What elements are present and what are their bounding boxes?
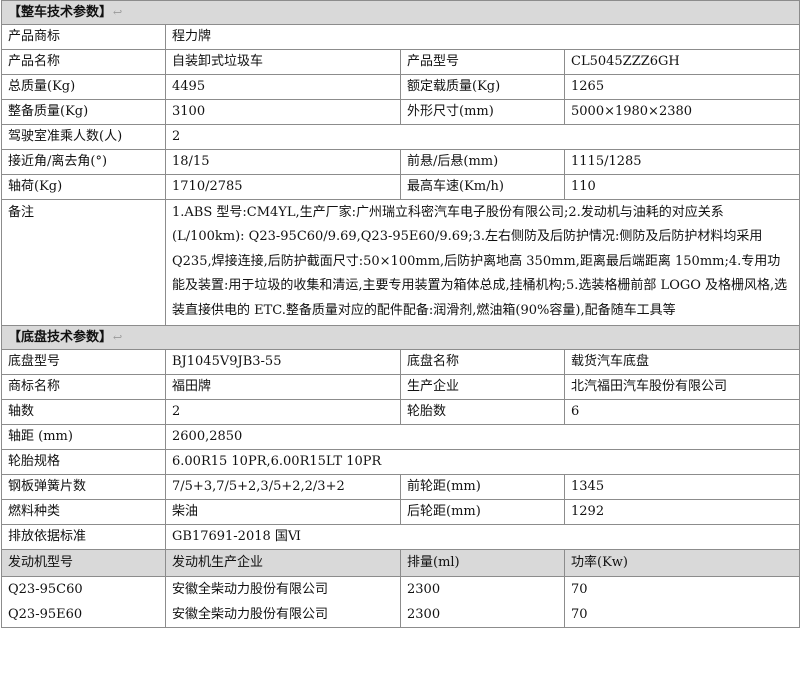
dimensions-value: 5000×1980×2380 (563, 99, 800, 125)
engine-maker: 安徽全柴动力股份有限公司 (165, 576, 401, 603)
angles-value: 18/15 (165, 149, 401, 175)
brand-value: 程力牌 (164, 24, 800, 50)
tire-spec-value: 6.00R15 10PR,6.00R15LT 10PR (164, 449, 800, 476)
row-angles: 接近角/离去角(°) 18/15 前悬/后悬(mm) 1115/1285 (1, 149, 800, 175)
vehicle-section-header: 【整车技术参数】↩ (0, 0, 800, 25)
remarks-label: 备注 (1, 198, 166, 327)
row-axle-load: 轴荷(Kg) 1710/2785 最高车速(Km/h) 110 (1, 174, 800, 200)
overhang-label: 前悬/后悬(mm) (400, 149, 565, 175)
product-name-label: 产品名称 (1, 49, 166, 75)
cab-seats-label: 驾驶室准乘人数(人) (1, 124, 166, 150)
engine-table-header: 发动机型号 发动机生产企业 排量(ml) 功率(Kw) (1, 549, 800, 578)
chassis-brand-value: 福田牌 (165, 374, 401, 401)
engine-power: 70 (563, 602, 800, 629)
dimensions-label: 外形尺寸(mm) (400, 99, 565, 125)
row-chassis-model: 底盘型号 BJ1045V9JB3-55 底盘名称 载货汽车底盘 (1, 349, 800, 376)
rear-track-value: 1292 (563, 499, 800, 526)
chassis-brand-label: 商标名称 (1, 374, 166, 401)
fuel-label: 燃料种类 (1, 499, 166, 526)
brand-label: 产品商标 (1, 24, 166, 50)
engine-header-power: 功率(Kw) (563, 549, 800, 578)
spec-sheet: 【整车技术参数】↩ 产品商标 程力牌 产品名称 自装卸式垃圾车 产品型号 CL5… (0, 0, 800, 629)
cab-seats-value: 2 (164, 124, 800, 150)
engine-model: Q23-95C60 (1, 576, 166, 603)
angles-label: 接近角/离去角(°) (1, 149, 166, 175)
tires-count-value: 6 (563, 399, 800, 426)
front-track-label: 前轮距(mm) (400, 474, 565, 501)
tires-count-label: 轮胎数 (400, 399, 565, 426)
chassis-maker-label: 生产企业 (400, 374, 565, 401)
emission-value: GB17691-2018 国Ⅵ (164, 524, 800, 551)
fuel-value: 柴油 (165, 499, 401, 526)
engine-model: Q23-95E60 (1, 602, 166, 629)
wheelbase-value: 2600,2850 (164, 424, 800, 451)
front-track-value: 1345 (563, 474, 800, 501)
rear-track-label: 后轮距(mm) (400, 499, 565, 526)
springs-label: 钢板弹簧片数 (1, 474, 166, 501)
total-mass-label: 总质量(Kg) (1, 74, 166, 100)
engine-header-displacement: 排量(ml) (400, 549, 565, 578)
vehicle-section-title: 【整车技术参数】 (8, 4, 113, 20)
chassis-maker-value: 北汽福田汽车股份有限公司 (563, 374, 800, 401)
axle-load-label: 轴荷(Kg) (1, 174, 166, 200)
row-emission: 排放依据标准 GB17691-2018 国Ⅵ (1, 524, 800, 551)
table-row: Q23-95E60 安徽全柴动力股份有限公司 2300 70 (1, 602, 800, 629)
product-model-value: CL5045ZZZ6GH (563, 49, 800, 75)
row-wheelbase: 轴距 (mm) 2600,2850 (1, 424, 800, 451)
row-remarks: 备注 1.ABS 型号:CM4YL,生产厂家:广州瑞立科密汽车电子股份有限公司;… (1, 198, 800, 327)
row-mass: 总质量(Kg) 4495 额定载质量(Kg) 1265 (1, 74, 800, 100)
engine-header-maker: 发动机生产企业 (165, 549, 401, 578)
wheelbase-label: 轴距 (mm) (1, 424, 166, 451)
chassis-section-header: 【底盘技术参数】↩ (0, 325, 800, 351)
row-curb-mass: 整备质量(Kg) 3100 外形尺寸(mm) 5000×1980×2380 (1, 99, 800, 125)
chassis-name-value: 载货汽车底盘 (563, 349, 800, 376)
rated-load-label: 额定载质量(Kg) (400, 74, 565, 100)
engine-header-model: 发动机型号 (1, 549, 166, 578)
total-mass-value: 4495 (165, 74, 401, 100)
max-speed-label: 最高车速(Km/h) (400, 174, 565, 200)
row-springs: 钢板弹簧片数 7/5+3,7/5+2,3/5+2,2/3+2 前轮距(mm) 1… (1, 474, 800, 501)
row-tire-spec: 轮胎规格 6.00R15 10PR,6.00R15LT 10PR (1, 449, 800, 476)
chassis-name-label: 底盘名称 (400, 349, 565, 376)
engine-power: 70 (563, 576, 800, 603)
engine-maker: 安徽全柴动力股份有限公司 (165, 602, 401, 629)
remarks-value: 1.ABS 型号:CM4YL,生产厂家:广州瑞立科密汽车电子股份有限公司;2.发… (164, 198, 800, 327)
row-fuel: 燃料种类 柴油 后轮距(mm) 1292 (1, 499, 800, 526)
row-chassis-brand: 商标名称 福田牌 生产企业 北汽福田汽车股份有限公司 (1, 374, 800, 401)
emission-label: 排放依据标准 (1, 524, 166, 551)
rated-load-value: 1265 (563, 74, 800, 100)
max-speed-value: 110 (563, 174, 800, 200)
chassis-section-title: 【底盘技术参数】 (8, 329, 113, 345)
product-model-label: 产品型号 (400, 49, 565, 75)
row-brand: 产品商标 程力牌 (1, 24, 800, 50)
curb-mass-label: 整备质量(Kg) (1, 99, 166, 125)
product-name-value: 自装卸式垃圾车 (165, 49, 401, 75)
axles-value: 2 (165, 399, 401, 426)
axle-load-value: 1710/2785 (165, 174, 401, 200)
chassis-model-label: 底盘型号 (1, 349, 166, 376)
row-product-name: 产品名称 自装卸式垃圾车 产品型号 CL5045ZZZ6GH (1, 49, 800, 75)
spec-table: 【整车技术参数】↩ 产品商标 程力牌 产品名称 自装卸式垃圾车 产品型号 CL5… (0, 0, 800, 629)
chassis-model-value: BJ1045V9JB3-55 (165, 349, 401, 376)
table-row: Q23-95C60 安徽全柴动力股份有限公司 2300 70 (1, 576, 800, 603)
axles-label: 轴数 (1, 399, 166, 426)
engine-displacement: 2300 (400, 602, 565, 629)
engine-displacement: 2300 (400, 576, 565, 603)
tire-spec-label: 轮胎规格 (1, 449, 166, 476)
row-axles: 轴数 2 轮胎数 6 (1, 399, 800, 426)
curb-mass-value: 3100 (165, 99, 401, 125)
overhang-value: 1115/1285 (563, 149, 800, 175)
springs-value: 7/5+3,7/5+2,3/5+2,2/3+2 (165, 474, 401, 501)
row-cab-seats: 驾驶室准乘人数(人) 2 (1, 124, 800, 150)
